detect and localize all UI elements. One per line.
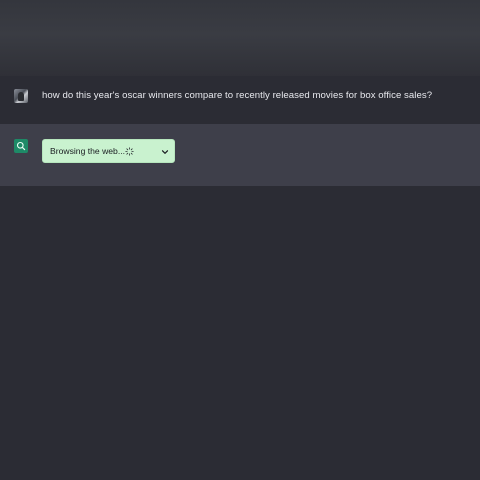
search-icon: [16, 141, 26, 151]
header-fade: [0, 0, 480, 76]
browsing-status-button[interactable]: Browsing the web...: [42, 139, 175, 163]
user-avatar: [14, 89, 28, 103]
browsing-status-label: Browsing the web...: [50, 146, 125, 156]
user-avatar-photo: [18, 92, 24, 101]
chat-page: how do this year's oscar winners compare…: [0, 0, 480, 480]
user-message-text: how do this year's oscar winners compare…: [42, 90, 433, 101]
assistant-message-row: Browsing the web...: [0, 124, 480, 186]
chevron-down-icon[interactable]: [161, 148, 169, 156]
user-message-row: how do this year's oscar winners compare…: [0, 76, 480, 124]
loading-spinner-icon: [125, 147, 134, 156]
chat-empty-area: [0, 186, 480, 480]
assistant-avatar: [14, 139, 28, 153]
